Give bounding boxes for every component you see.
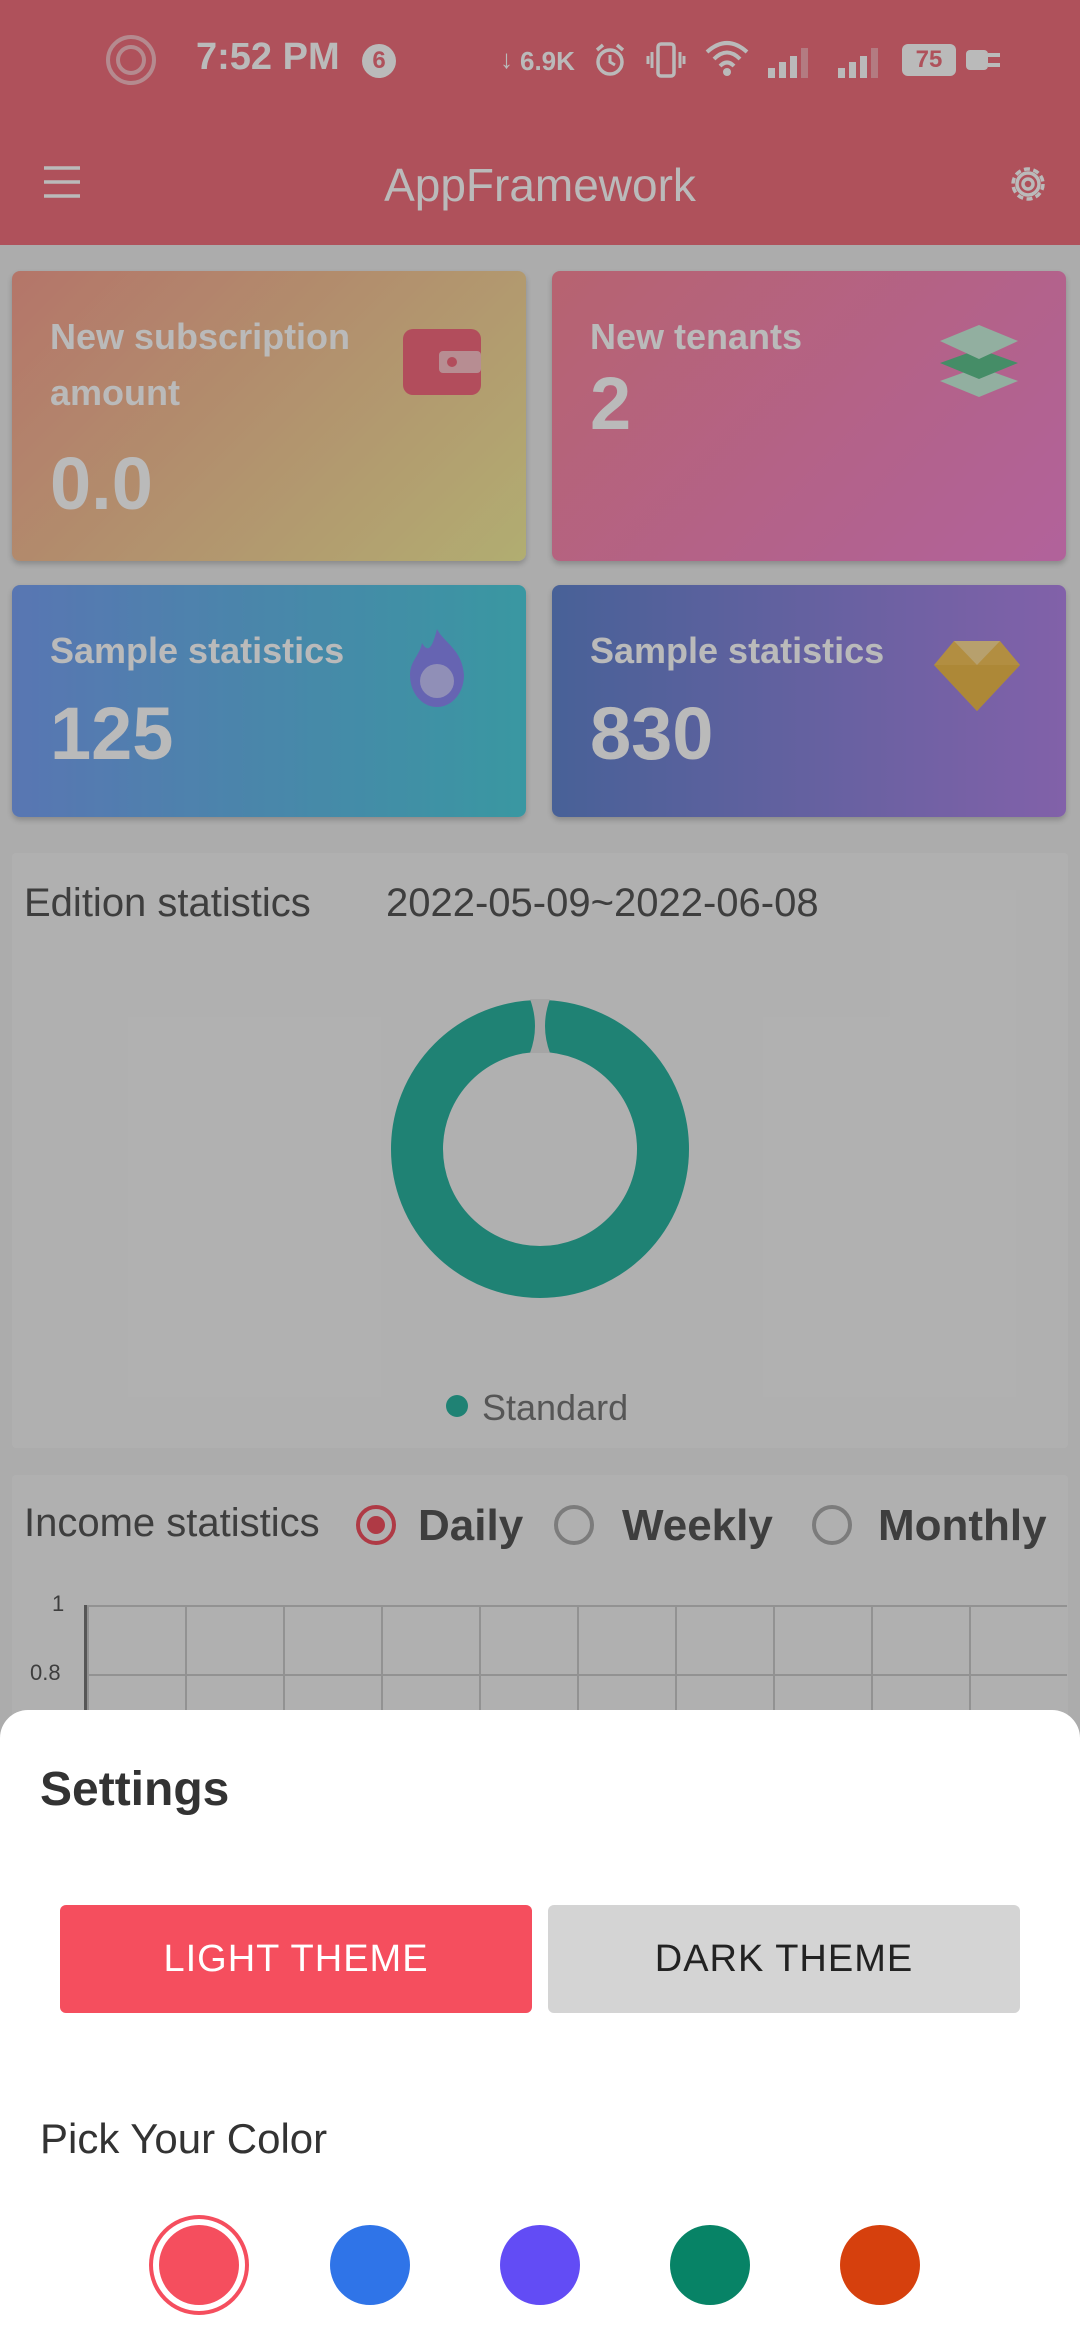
dark-theme-button[interactable]: DARK THEME xyxy=(548,1905,1020,2013)
color-swatch-purple[interactable] xyxy=(500,2225,580,2305)
color-swatch-red[interactable] xyxy=(159,2225,239,2305)
settings-title: Settings xyxy=(40,1763,230,1816)
color-swatch-blue[interactable] xyxy=(330,2225,410,2305)
light-theme-button[interactable]: LIGHT THEME xyxy=(60,1905,532,2013)
settings-sheet: Settings LIGHT THEME DARK THEME Pick You… xyxy=(0,1710,1080,2340)
color-swatch-green[interactable] xyxy=(670,2225,750,2305)
color-swatch-orange[interactable] xyxy=(840,2225,920,2305)
pick-color-label: Pick Your Color xyxy=(40,2115,328,2162)
